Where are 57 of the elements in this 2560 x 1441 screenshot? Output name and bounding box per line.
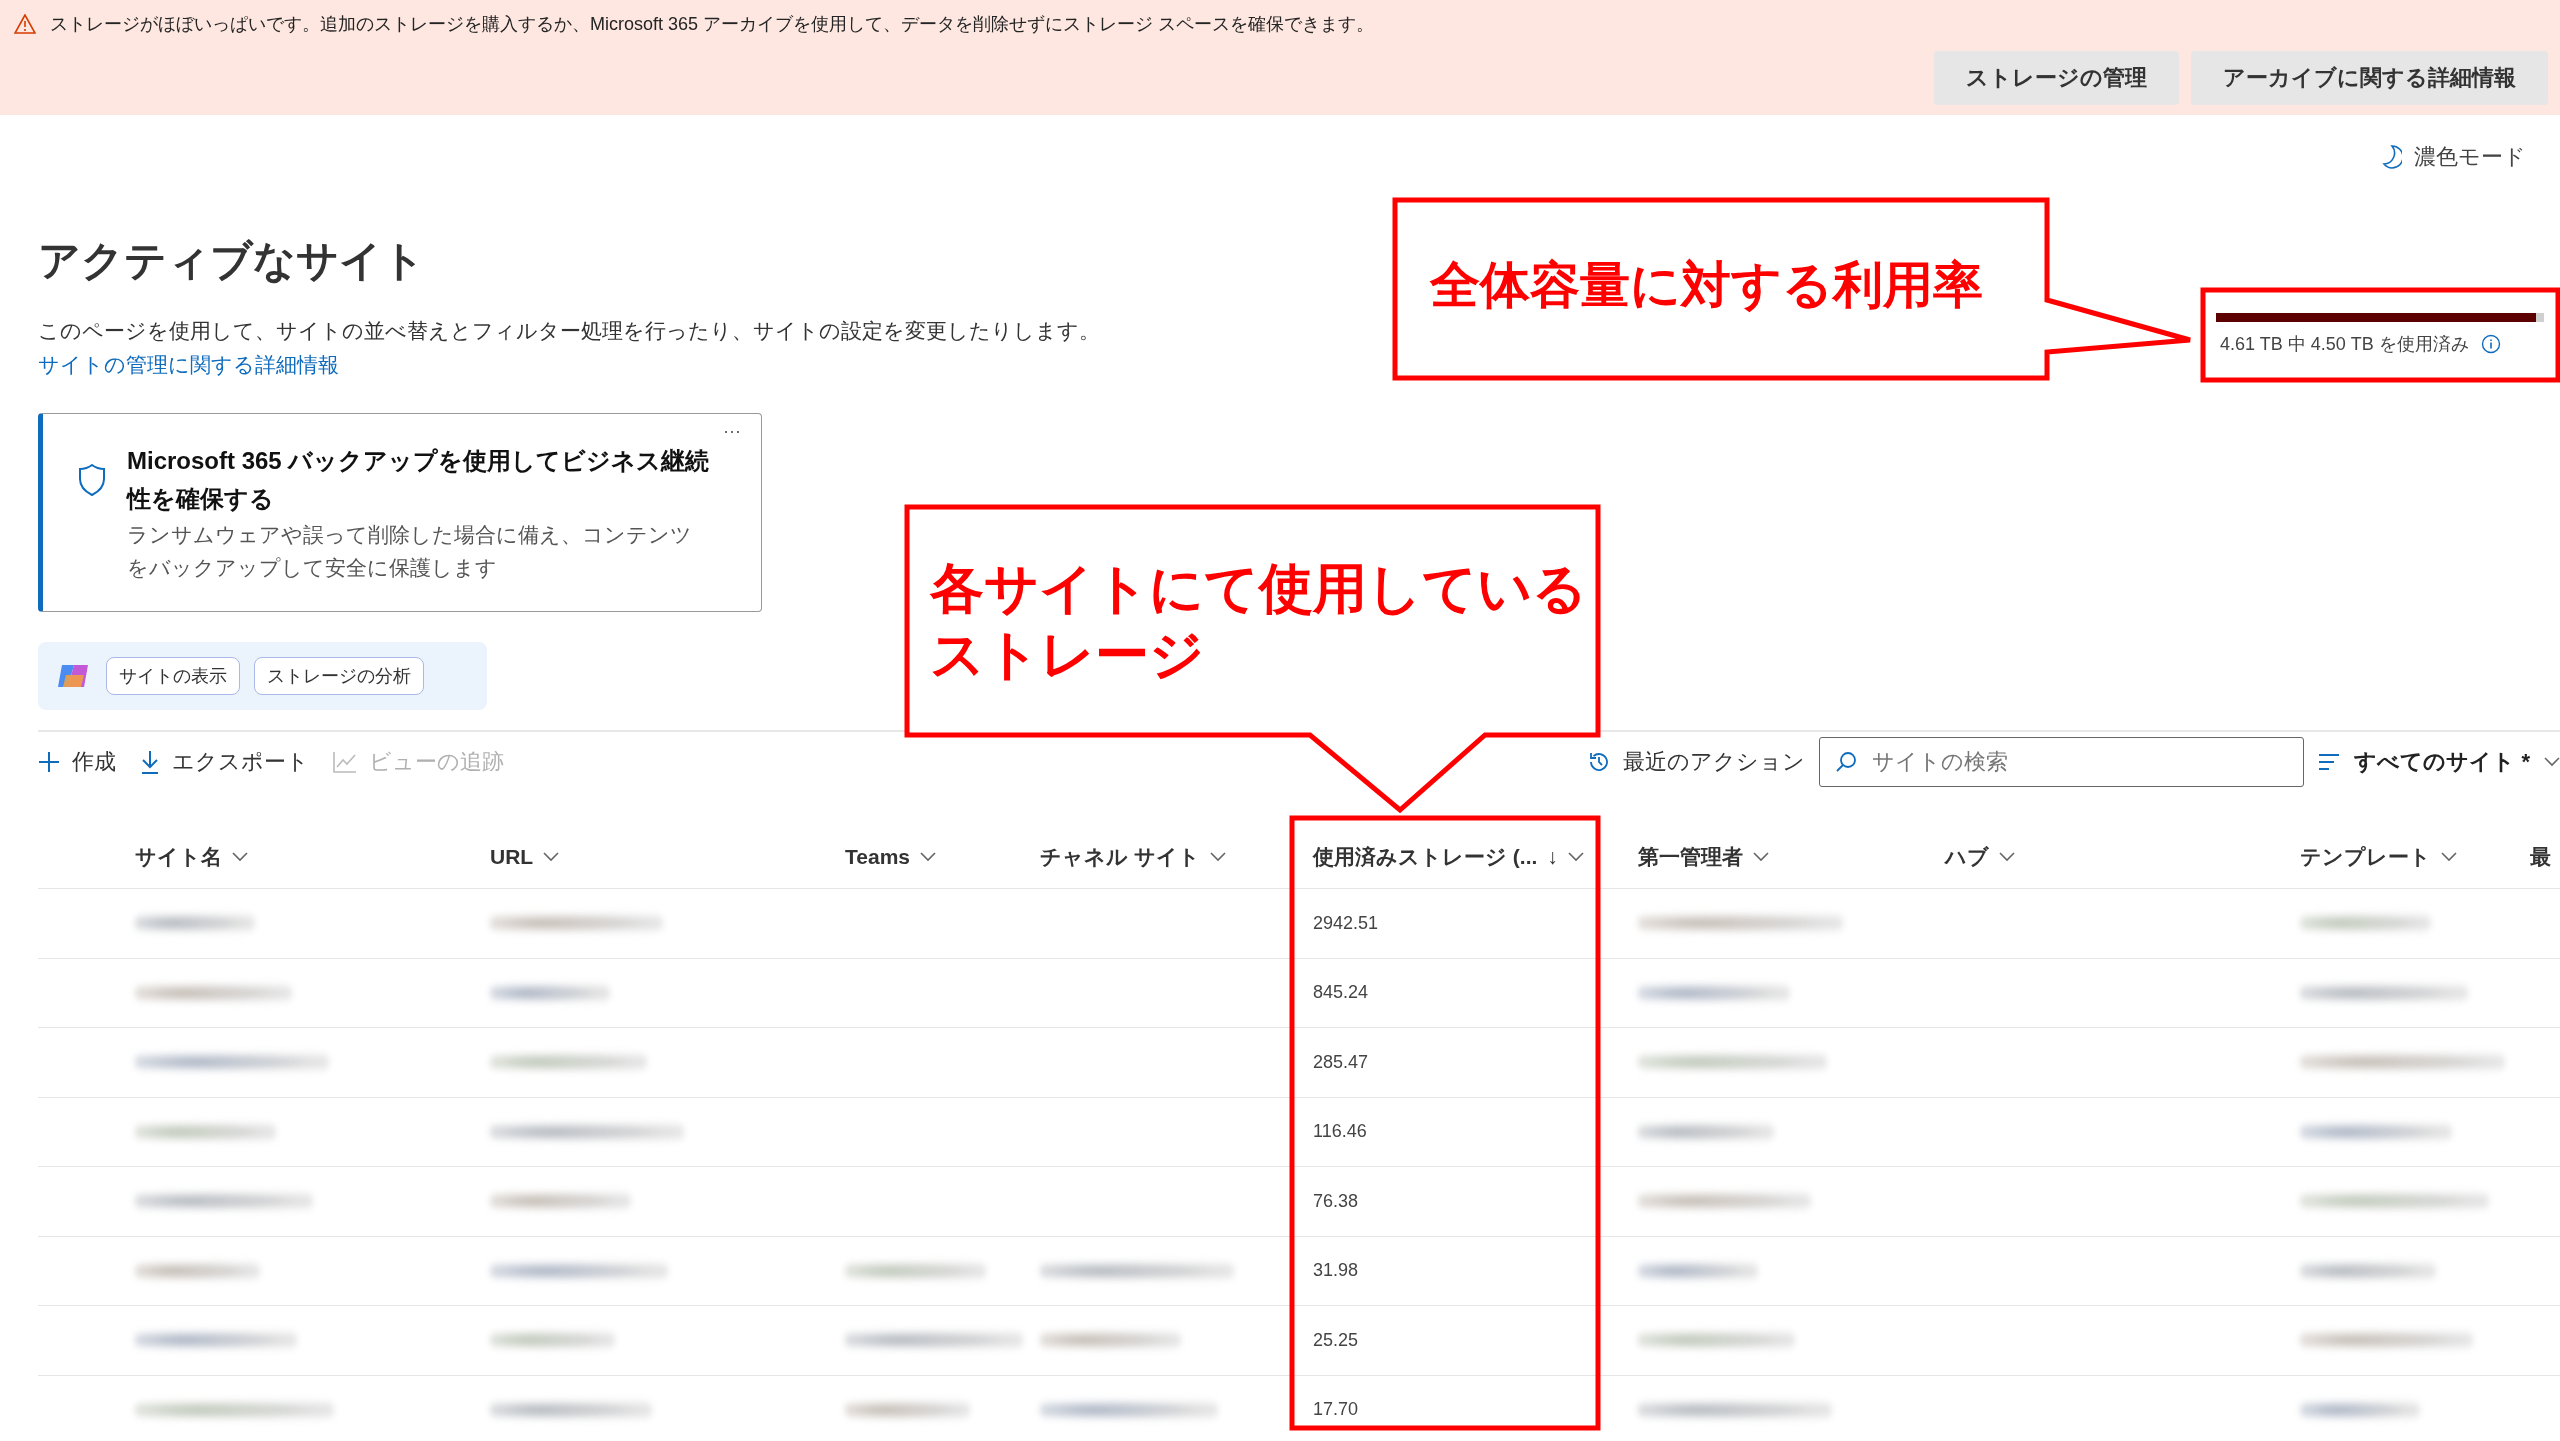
chevron-down-icon	[543, 852, 560, 862]
shield-icon	[79, 464, 105, 496]
chevron-down-icon	[920, 852, 936, 862]
table-cell: 285.47	[1313, 1051, 1369, 1073]
chevron-down-icon	[1999, 852, 2015, 862]
search-field[interactable]: サイトの検索	[1819, 737, 2305, 787]
dark-mode-toggle[interactable]: 濃色モード	[2376, 137, 2532, 177]
callout-text: ストレージ	[930, 623, 1204, 686]
column-header[interactable]: 最	[2530, 843, 2551, 871]
table-cell: 17.70	[1313, 1399, 1359, 1421]
chevron-down-icon	[2544, 757, 2560, 767]
page-title: アクティブなサイト	[38, 236, 426, 286]
table-cell: 2942.51	[1313, 912, 1379, 934]
storage-reading: 4.61 TB 中 4.50 TB を使用済み	[2220, 333, 2469, 356]
toolbar-button[interactable]: エクスポート	[140, 747, 309, 777]
learn-more-link[interactable]: サイトの管理に関する詳細情報	[38, 353, 339, 376]
table-cell: 845.24	[1313, 982, 1369, 1004]
table-cell: 76.38	[1313, 1190, 1359, 1212]
column-header[interactable]: テンプレート	[2300, 843, 2431, 871]
sort-arrow: ↓	[1547, 845, 1558, 869]
column-header[interactable]: 第一管理者	[1638, 843, 1743, 871]
table-cell: 116.46	[1313, 1121, 1367, 1143]
suggestion-chip[interactable]: ストレージの分析	[254, 657, 424, 695]
recent-actions-button[interactable]: 最近のアクション	[1587, 747, 1806, 777]
more-button[interactable]: ···	[717, 420, 747, 443]
suggestion-chip[interactable]: サイトの表示	[106, 657, 240, 695]
banner-button[interactable]: アーカイブに関する詳細情報	[2191, 51, 2548, 105]
column-header[interactable]: サイト名	[135, 843, 222, 871]
warning-icon	[14, 14, 36, 34]
card-body: ランサムウェアや誤って削除した場合に備え、コンテンツをバックアップして安全に保護します	[127, 522, 693, 581]
banner-button[interactable]: ストレージの管理	[1934, 51, 2179, 105]
toolbar-button[interactable]: 作成	[38, 747, 116, 777]
column-header[interactable]: ハブ	[1945, 843, 1989, 871]
plus-icon	[38, 751, 60, 773]
chevron-down-icon	[232, 852, 248, 862]
view-filter[interactable]: すべてのサイト *	[2318, 747, 2560, 777]
column-header[interactable]: Teams	[845, 845, 910, 869]
table-cell: 25.25	[1313, 1329, 1359, 1351]
download-icon	[140, 750, 160, 774]
banner-message: ストレージがほぼいっぱいです。追加のストレージを購入するか、Microsoft 365 アーカイブを使用して、データを削除せずにストレージ スペースを確保できます。	[50, 13, 1375, 36]
moon-icon	[2382, 145, 2402, 169]
column-header[interactable]: 使用済みストレージ (...	[1313, 843, 1538, 871]
callout-text: 全体容量に対する利用率	[1430, 256, 1983, 315]
info-icon[interactable]	[2480, 334, 2501, 354]
page-description: このページを使用して、サイトの並べ替えとフィルター処理を行ったり、サイトの設定を変更したりします。	[38, 318, 1100, 344]
chevron-down-icon	[1567, 852, 1584, 862]
column-header[interactable]: チャネル サイト	[1040, 843, 1200, 871]
table-cell: 31.98	[1313, 1260, 1359, 1282]
chevron-down-icon	[1753, 852, 1769, 862]
chevron-down-icon	[2441, 852, 2457, 862]
column-header[interactable]: URL	[490, 845, 534, 869]
search-icon	[1835, 751, 1858, 773]
filter-lines-icon	[2318, 754, 2341, 770]
chevron-down-icon	[1209, 852, 1226, 862]
chart-icon	[333, 751, 357, 773]
callout-text: 各サイトにて使用している	[930, 557, 1587, 620]
card-title: Microsoft 365 バックアップを使用してビジネス継続性を確保する	[127, 446, 711, 514]
